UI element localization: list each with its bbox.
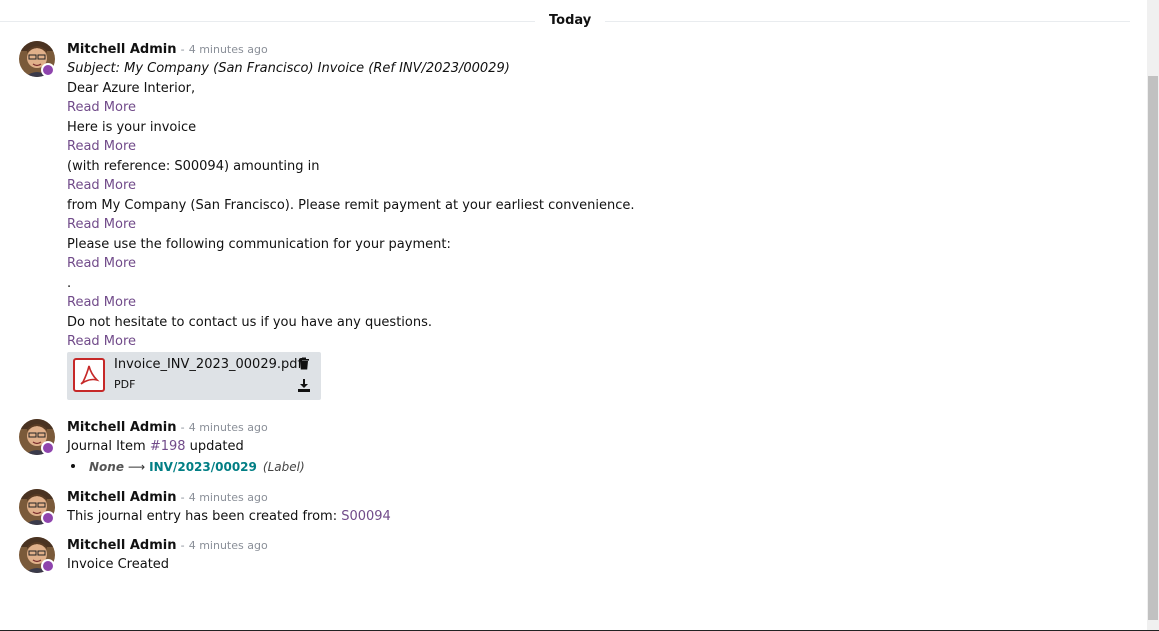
message-subject: Subject: My Company (San Francisco) Invo… [67,61,510,76]
trash-icon[interactable] [298,357,310,370]
read-more-link[interactable]: Read More [67,332,635,352]
date-dash: - [180,539,185,552]
message-body: Journal Item #198 updated [67,437,305,457]
read-more-link[interactable]: Read More [67,215,635,235]
body-text: updated [185,439,244,454]
message-content: Mitchell Admin - 4 minutes ago This jour… [67,489,391,527]
message-date: 4 minutes ago [188,421,268,434]
message-date: 4 minutes ago [188,491,268,504]
message-content: Mitchell Admin - 4 minutes ago Journal I… [67,419,305,477]
message-content: Mitchell Admin - 4 minutes ago Invoice C… [67,537,268,575]
arrow-right-icon: ⟶ [127,459,146,474]
message-header: Mitchell Admin - 4 minutes ago [67,419,305,437]
presence-indicator [41,559,55,573]
message-line: from My Company (San Francisco). Please … [67,197,635,213]
read-more-link[interactable]: Read More [67,293,635,313]
body-text: This journal entry has been created from… [67,509,342,524]
message-body: This journal entry has been created from… [67,507,391,527]
journal-item-link[interactable]: #198 [150,439,186,454]
message-date: 4 minutes ago [188,43,268,56]
scrollbar-thumb[interactable] [1148,76,1158,620]
tracking-new-value: INV/2023/00029 [149,459,257,474]
message-date: 4 minutes ago [188,539,268,552]
read-more-link[interactable]: Read More [67,98,635,118]
read-more-link[interactable]: Read More [67,176,635,196]
date-dash: - [180,491,185,504]
bullet-icon [71,464,75,468]
tracking-value: None ⟶ INV/2023/00029 (Label) [67,457,305,477]
date-dash: - [180,43,185,56]
body-text: Journal Item [67,439,150,454]
message: Mitchell Admin - 4 minutes ago This jour… [0,488,1120,530]
message-body: Invoice Created [67,557,170,572]
message-line: Do not hesitate to contact us if you hav… [67,314,433,330]
author-name[interactable]: Mitchell Admin [67,490,176,505]
tracking-field-name: (Label) [262,459,305,474]
sale-order-link[interactable]: S00094 [341,509,391,524]
read-more-link[interactable]: Read More [67,254,635,274]
date-separator-label: Today [535,13,606,28]
attachment-name: Invoice_INV_2023_00029.pdf [114,356,303,372]
attachment-type: PDF [114,377,136,391]
date-dash: - [180,421,185,434]
message-header: Mitchell Admin - 4 minutes ago [67,489,391,507]
presence-indicator [41,63,55,77]
message-header: Mitchell Admin - 4 minutes ago [67,537,268,555]
message-line: Here is your invoice [67,119,197,135]
message-header: Mitchell Admin - 4 minutes ago [67,41,635,59]
message-content: Mitchell Admin - 4 minutes ago Subject: … [67,41,635,400]
scrollbar[interactable] [1147,0,1159,630]
read-more-link[interactable]: Read More [67,137,635,157]
author-name[interactable]: Mitchell Admin [67,420,176,435]
attachment-card[interactable]: Invoice_INV_2023_00029.pdf PDF [67,351,321,400]
presence-indicator [41,511,55,525]
message-line: Please use the following communication f… [67,236,451,252]
message-line: Dear Azure Interior, [67,80,196,96]
tracking-old-value: None [89,459,124,474]
message: Mitchell Admin - 4 minutes ago Invoice C… [0,536,1120,578]
download-icon[interactable] [298,378,310,392]
presence-indicator [41,441,55,455]
message: Mitchell Admin - 4 minutes ago Journal I… [0,418,1120,480]
author-name[interactable]: Mitchell Admin [67,538,176,553]
date-separator: Today [0,0,1130,28]
author-name[interactable]: Mitchell Admin [67,42,176,57]
chatter-thread: Today Mitchell Admin - 4 minutes ago Sub… [0,0,1130,630]
message-line: (with reference: S00094) amounting in [67,158,320,174]
message: Mitchell Admin - 4 minutes ago Subject: … [0,40,1120,410]
pdf-icon [73,357,105,392]
message-line: . [67,275,72,291]
